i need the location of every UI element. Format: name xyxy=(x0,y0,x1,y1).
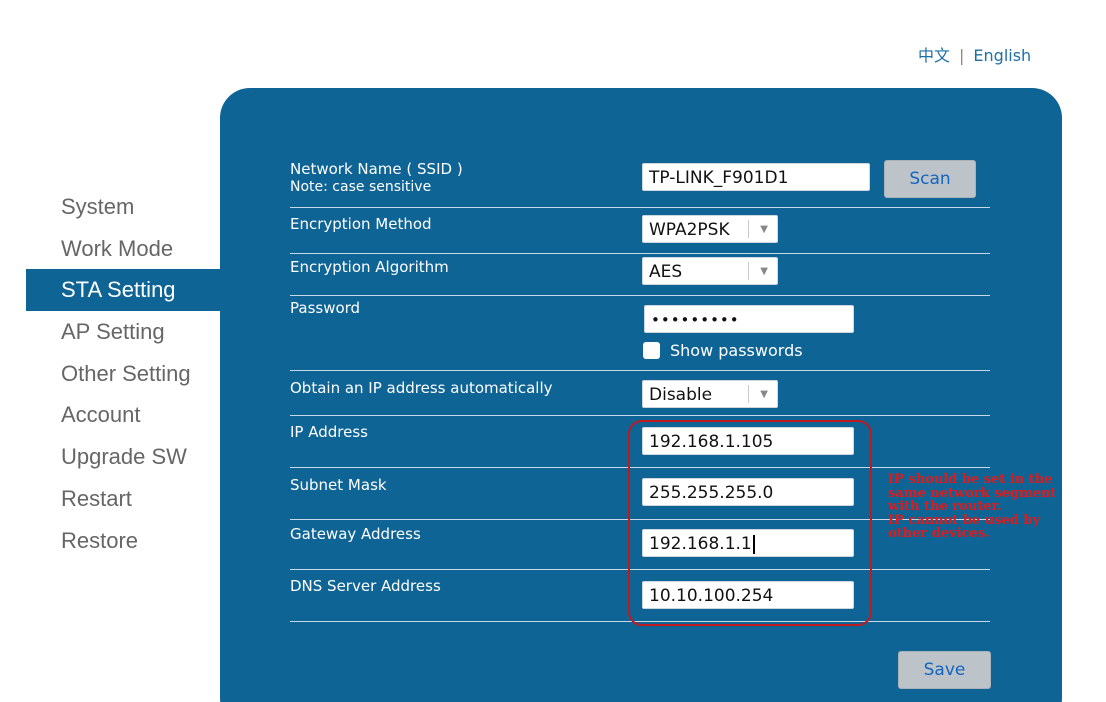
save-button[interactable]: Save xyxy=(898,651,991,689)
sidebar-item-system[interactable]: System xyxy=(26,186,220,228)
ssid-note: Note: case sensitive xyxy=(290,179,432,195)
ip-address-label: IP Address xyxy=(290,423,368,441)
ssid-input[interactable]: TP-LINK_F901D1 xyxy=(642,163,870,191)
chevron-down-icon: ▼ xyxy=(760,224,768,235)
dhcp-row: Obtain an IP address automatically xyxy=(290,371,990,416)
sidebar-item-ap-setting[interactable]: AP Setting xyxy=(26,311,220,353)
subnet-mask-label: Subnet Mask xyxy=(290,476,387,494)
encryption-method-select[interactable]: WPA2PSK ▼ xyxy=(642,215,778,243)
select-divider xyxy=(748,262,749,280)
dhcp-select[interactable]: Disable ▼ xyxy=(642,380,778,408)
password-input[interactable]: ••••••••• xyxy=(644,305,854,333)
annotation-line: IP cannot be used by xyxy=(888,512,1041,528)
password-label: Password xyxy=(290,299,361,317)
dhcp-value: Disable xyxy=(649,385,713,405)
encryption-algorithm-label: Encryption Algorithm xyxy=(290,258,449,276)
encryption-algorithm-value: AES xyxy=(649,262,683,282)
scan-button[interactable]: Scan xyxy=(884,160,976,198)
show-passwords-label: Show passwords xyxy=(670,341,803,360)
language-switcher: 中文 | English xyxy=(918,42,1031,66)
ssid-label: Network Name ( SSID ) xyxy=(290,160,463,178)
show-passwords-checkbox[interactable] xyxy=(643,342,660,359)
encryption-method-label: Encryption Method xyxy=(290,215,432,233)
encryption-algorithm-row: Encryption Algorithm xyxy=(290,254,990,296)
sidebar-item-restart[interactable]: Restart xyxy=(26,478,220,520)
ip-fields-highlight xyxy=(628,420,872,626)
sidebar-item-sta-setting[interactable]: STA Setting xyxy=(26,269,220,312)
annotation-line: other devices. xyxy=(888,526,990,541)
sidebar-item-account[interactable]: Account xyxy=(26,394,220,436)
lang-english-link[interactable]: English xyxy=(973,46,1031,65)
chevron-down-icon: ▼ xyxy=(760,389,768,400)
sidebar-nav: System Work Mode STA Setting AP Setting … xyxy=(26,186,220,561)
sidebar-item-other-setting[interactable]: Other Setting xyxy=(26,353,220,395)
dns-label: DNS Server Address xyxy=(290,577,441,595)
encryption-algorithm-select[interactable]: AES ▼ xyxy=(642,257,778,285)
lang-chinese-link[interactable]: 中文 xyxy=(918,46,950,65)
lang-separator: | xyxy=(959,46,965,65)
select-divider xyxy=(748,220,749,238)
annotation-line: same network segment xyxy=(888,485,1057,501)
sidebar-item-upgrade-sw[interactable]: Upgrade SW xyxy=(26,436,220,478)
gateway-label: Gateway Address xyxy=(290,525,421,543)
encryption-method-row: Encryption Method xyxy=(290,208,990,254)
ssid-label-block: Network Name ( SSID ) Note: case sensiti… xyxy=(290,160,463,196)
dhcp-label: Obtain an IP address automatically xyxy=(290,379,553,397)
annotation-line: IP should be set in the xyxy=(888,472,1053,487)
sidebar-item-work-mode[interactable]: Work Mode xyxy=(26,228,220,270)
ip-annotation: IP should be set in the same network seg… xyxy=(888,473,1106,541)
annotation-line: with the router. xyxy=(888,499,1002,514)
encryption-method-value: WPA2PSK xyxy=(649,220,730,240)
chevron-down-icon: ▼ xyxy=(760,266,768,277)
select-divider xyxy=(748,385,749,403)
password-row: Password xyxy=(290,296,990,371)
sidebar-item-restore[interactable]: Restore xyxy=(26,520,220,562)
